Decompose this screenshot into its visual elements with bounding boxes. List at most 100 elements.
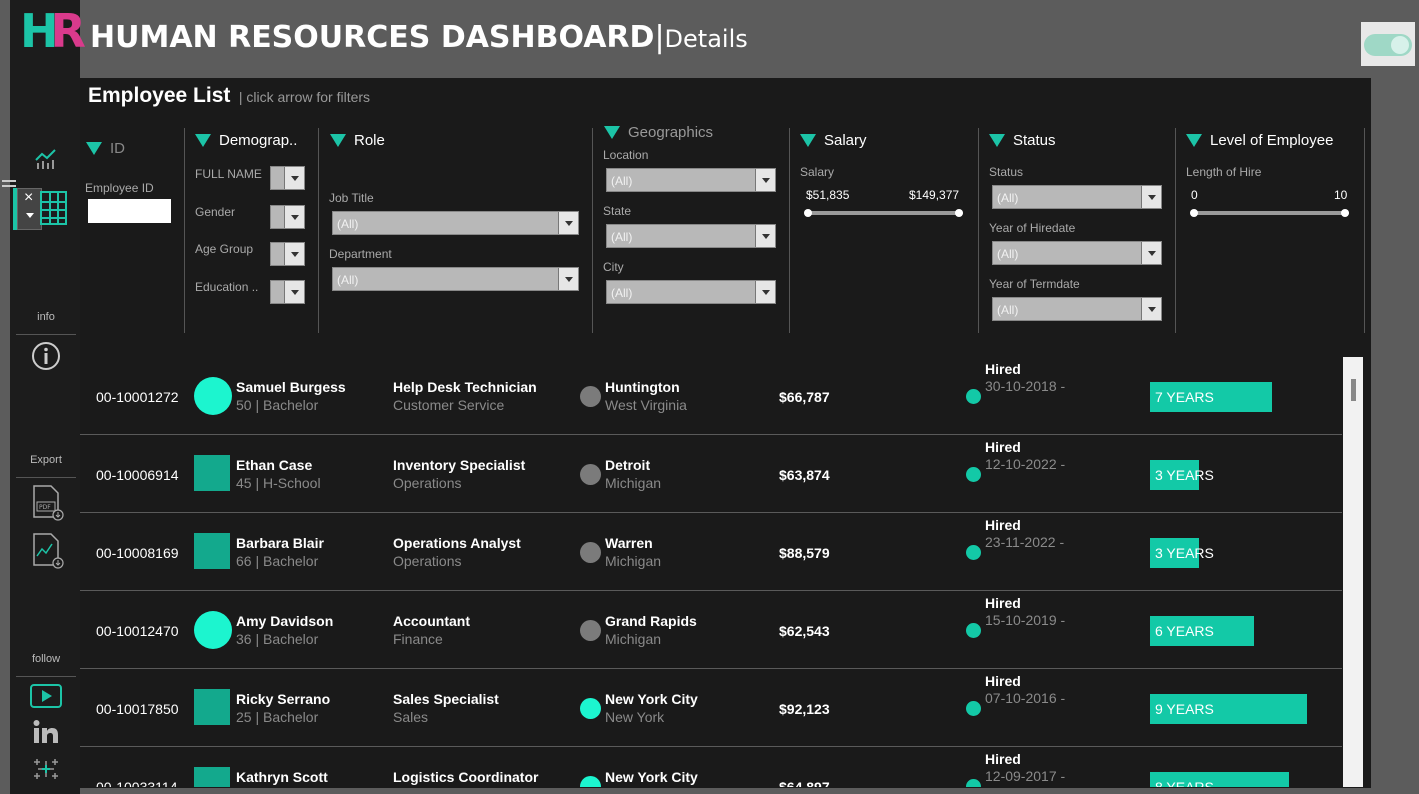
- table-row[interactable]: 00-10012470 Amy Davidson 36 | Bachelor Acco…: [80, 591, 1342, 669]
- chevron-down-icon[interactable]: [1141, 186, 1161, 208]
- youtube-icon[interactable]: [30, 684, 62, 708]
- tenure-label: 8 YEARS: [1155, 779, 1214, 787]
- filter-divider: [1364, 128, 1365, 333]
- age-group-dropdown[interactable]: [270, 242, 305, 266]
- chevron-down-icon[interactable]: [755, 169, 775, 191]
- table-icon[interactable]: [40, 190, 68, 226]
- role-filter-header[interactable]: Role: [330, 131, 385, 149]
- scrollbar-thumb[interactable]: [1351, 379, 1356, 401]
- level-filter-header[interactable]: Level of Employee: [1186, 131, 1333, 149]
- demographics-filter-title: Demograp..: [219, 131, 298, 149]
- salary-filter-header[interactable]: Salary: [800, 131, 867, 149]
- location-marker: [580, 542, 601, 563]
- filter-arrow-icon[interactable]: [195, 133, 211, 147]
- employee-role: Accountant: [393, 613, 470, 629]
- chevron-down-icon[interactable]: [755, 281, 775, 303]
- theme-toggle[interactable]: [1361, 22, 1415, 66]
- gender-dropdown[interactable]: [270, 205, 305, 229]
- employee-age-education: 25 | Bachelor: [236, 709, 319, 725]
- id-filter-header[interactable]: ID: [86, 139, 125, 157]
- employee-state: Michigan: [605, 631, 662, 647]
- status-dot: [966, 545, 981, 560]
- length-slider-min-handle[interactable]: [1190, 209, 1198, 217]
- table-row[interactable]: 00-10008169 Barbara Blair 66 | Bachelor Ope…: [80, 513, 1342, 591]
- page-title: HUMAN RESOURCES DASHBOARD|Details: [90, 20, 748, 55]
- employee-role: Sales Specialist: [393, 691, 499, 707]
- image-export-icon[interactable]: [31, 532, 65, 570]
- city-dropdown[interactable]: (All): [606, 280, 776, 304]
- hiredate-year-dropdown[interactable]: (All): [992, 241, 1162, 265]
- filter-arrow-icon[interactable]: [86, 141, 102, 155]
- chevron-down-icon[interactable]: [284, 206, 304, 228]
- filter-arrow-icon[interactable]: [1186, 133, 1202, 147]
- scrollbar[interactable]: [1343, 357, 1363, 787]
- length-max-value: 10: [1334, 188, 1348, 202]
- location-marker: [580, 776, 601, 787]
- status-filter-header[interactable]: Status: [989, 131, 1056, 149]
- full-name-dropdown[interactable]: [270, 166, 305, 190]
- chevron-down-icon[interactable]: [558, 212, 578, 234]
- chevron-down-icon[interactable]: [558, 268, 578, 290]
- filter-hint: | click arrow for filters: [238, 89, 371, 105]
- linkedin-icon[interactable]: [33, 720, 59, 744]
- chevron-down-icon[interactable]: [1141, 298, 1161, 320]
- table-row[interactable]: 00-10006914 Ethan Case 45 | H-School Invent…: [80, 435, 1342, 513]
- employee-id-input[interactable]: [88, 199, 171, 223]
- status-dot: [966, 701, 981, 716]
- tenure-label: 6 YEARS: [1155, 623, 1214, 639]
- job-title-dropdown[interactable]: (All): [332, 211, 579, 235]
- employee-city: Detroit: [605, 457, 651, 473]
- chevron-down-icon[interactable]: [26, 213, 34, 218]
- line-chart-icon[interactable]: [34, 146, 58, 170]
- employee-role: Logistics Coordinator: [393, 769, 539, 785]
- salary-slider-min-handle[interactable]: [804, 209, 812, 217]
- chevron-down-icon[interactable]: [284, 243, 304, 265]
- hire-date: 30-10-2018 -: [985, 378, 1066, 394]
- pdf-export-icon[interactable]: PDF: [31, 484, 65, 522]
- chevron-down-icon[interactable]: [1141, 242, 1161, 264]
- employee-status: Hired: [985, 361, 1021, 377]
- state-dropdown[interactable]: (All): [606, 224, 776, 248]
- chevron-down-icon[interactable]: [284, 281, 304, 303]
- employee-name: Samuel Burgess: [236, 379, 346, 395]
- close-icon[interactable]: ×: [24, 189, 33, 207]
- employee-role: Inventory Specialist: [393, 457, 526, 473]
- employee-avatar: [194, 611, 232, 649]
- close-dropdown-control[interactable]: ×: [17, 188, 42, 230]
- employee-state: Michigan: [605, 553, 662, 569]
- info-icon[interactable]: [31, 341, 61, 371]
- salary-slider-track[interactable]: [806, 211, 963, 215]
- chevron-down-icon[interactable]: [755, 225, 775, 247]
- filter-arrow-icon[interactable]: [989, 133, 1005, 147]
- tableau-icon[interactable]: [33, 756, 59, 782]
- table-row[interactable]: 00-10017850 Ricky Serrano 25 | Bachelor Sal…: [80, 669, 1342, 747]
- geographics-filter-header[interactable]: Geographics: [604, 123, 713, 141]
- status-dropdown[interactable]: (All): [992, 185, 1162, 209]
- demographics-filter-header[interactable]: Demograp..: [195, 131, 297, 149]
- employee-id: 00-10001272: [96, 389, 179, 405]
- termdate-year-dropdown[interactable]: (All): [992, 297, 1162, 321]
- id-filter-title: ID: [110, 139, 125, 157]
- filter-arrow-icon[interactable]: [800, 133, 816, 147]
- filter-arrow-icon[interactable]: [604, 125, 620, 139]
- drag-handle[interactable]: [2, 180, 16, 182]
- chevron-down-icon[interactable]: [284, 167, 304, 189]
- length-slider-max-handle[interactable]: [1341, 209, 1349, 217]
- level-filter-title: Level of Employee: [1210, 131, 1334, 149]
- info-divider: [16, 334, 76, 335]
- salary-max-value: $149,377: [909, 188, 960, 202]
- department-dropdown[interactable]: (All): [332, 267, 579, 291]
- length-slider-track[interactable]: [1192, 211, 1349, 215]
- location-dropdown[interactable]: (All): [606, 168, 776, 192]
- table-row[interactable]: 00-10033114 Kathryn Scott Logistics Coordi…: [80, 747, 1342, 787]
- page-subtitle: Details: [664, 25, 748, 53]
- filter-divider: [978, 128, 979, 333]
- education-dropdown[interactable]: [270, 280, 305, 304]
- full-name-label: FULL NAME: [195, 167, 262, 181]
- table-row[interactable]: 00-10001272 Samuel Burgess 50 | Bachelor He…: [80, 357, 1342, 435]
- employee-list-header: Employee List | click arrow for filters: [88, 84, 370, 108]
- employee-department: Finance: [393, 631, 443, 647]
- employee-status: Hired: [985, 673, 1021, 689]
- salary-slider-max-handle[interactable]: [955, 209, 963, 217]
- filter-arrow-icon[interactable]: [330, 133, 346, 147]
